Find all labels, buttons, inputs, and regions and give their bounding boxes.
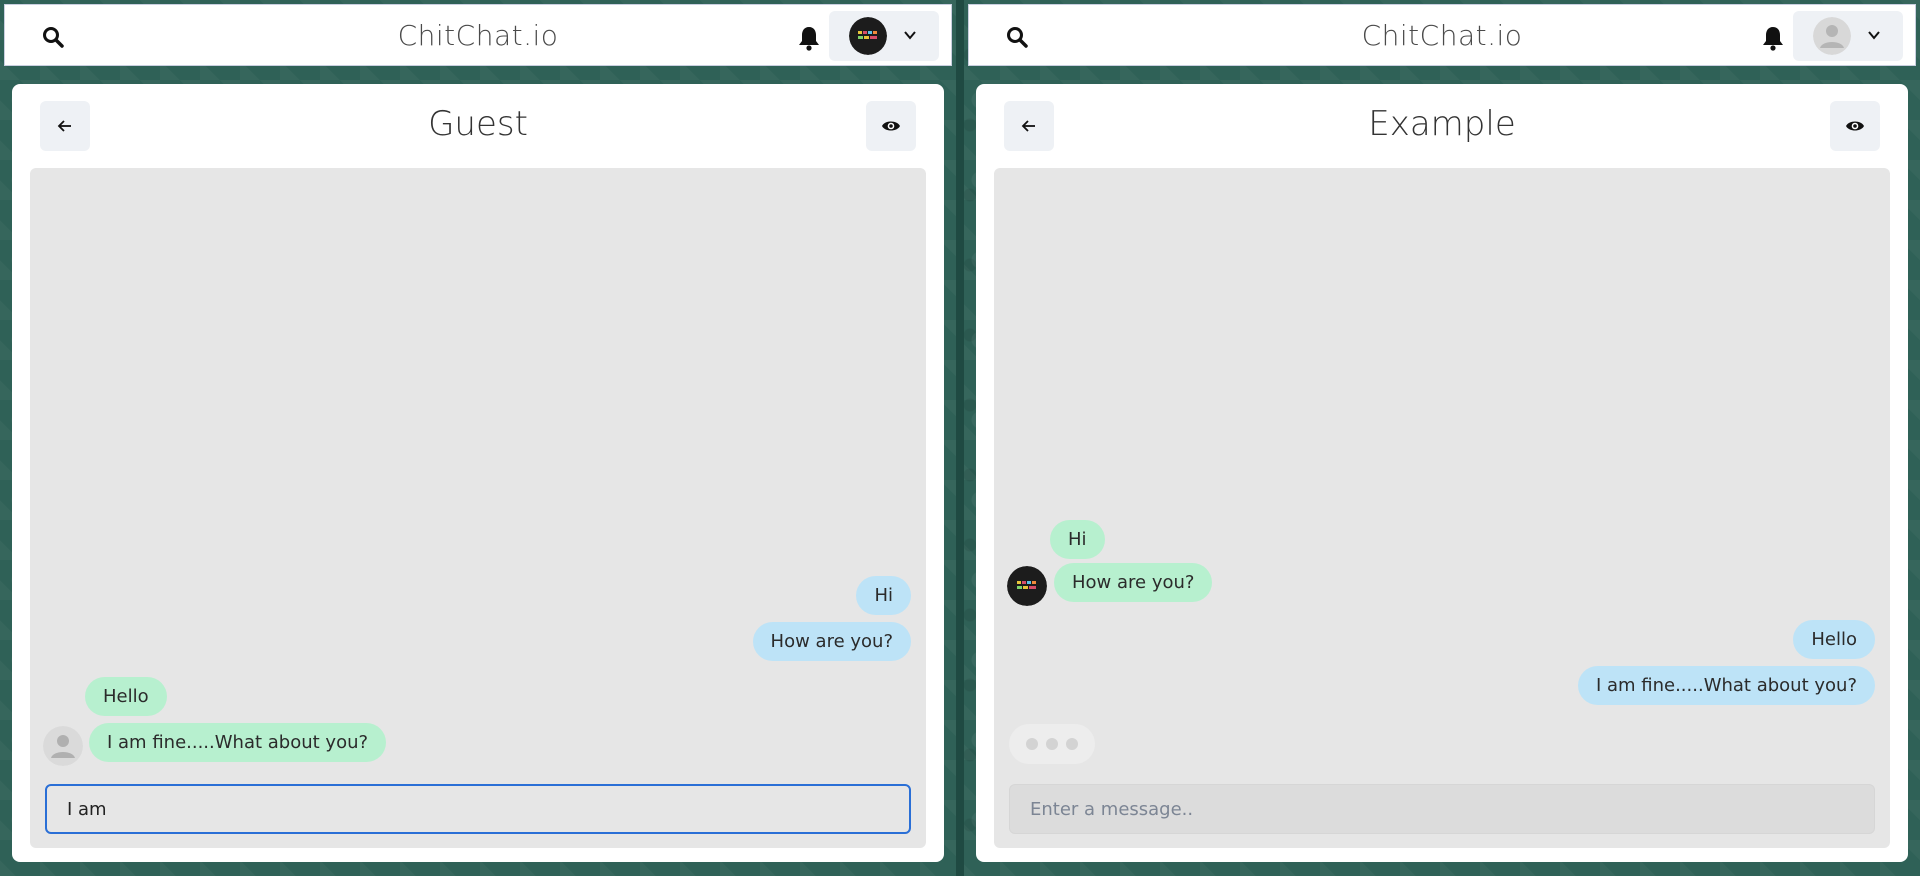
right-chat-window: ChitChat.io Example Hi How are you? Hell… <box>964 0 1920 876</box>
chevron-down-icon <box>904 31 916 40</box>
eye-icon <box>882 121 900 131</box>
message-list: Hi How are you? Hello I am fine.....What… <box>30 168 926 848</box>
chat-title: Guest <box>428 104 528 144</box>
chevron-down-icon <box>1868 31 1880 40</box>
navbar: ChitChat.io <box>4 4 952 66</box>
user-menu-button[interactable] <box>829 11 939 61</box>
chat-title: Example <box>1368 104 1516 144</box>
typing-dot <box>1046 738 1058 750</box>
search-icon[interactable] <box>41 25 65 49</box>
bell-icon[interactable] <box>1761 25 1785 51</box>
sent-message: How are you? <box>752 622 911 661</box>
back-button[interactable] <box>1004 101 1054 151</box>
default-user-avatar <box>1813 17 1851 55</box>
back-arrow-icon <box>57 120 71 132</box>
received-message: Hi <box>1050 520 1105 559</box>
sent-message: I am fine.....What about you? <box>1577 666 1875 705</box>
back-button[interactable] <box>40 101 90 151</box>
brand-logo-avatar <box>849 17 887 55</box>
chat-panel: Example Hi How are you? Hello I am fine.… <box>976 84 1908 862</box>
back-arrow-icon <box>1021 120 1035 132</box>
eye-icon <box>1846 121 1864 131</box>
bell-icon[interactable] <box>797 25 821 51</box>
message-list: Hi How are you? Hello I am fine.....What… <box>994 168 1890 848</box>
typing-dot <box>1026 738 1038 750</box>
view-profile-button[interactable] <box>1830 101 1880 151</box>
user-avatar-icon <box>43 726 83 766</box>
sent-message: Hello <box>1793 620 1875 659</box>
received-message: Hello <box>85 677 167 716</box>
typing-dot <box>1066 738 1078 750</box>
message-input[interactable] <box>45 784 911 834</box>
typing-indicator <box>1009 724 1095 764</box>
received-message: How are you? <box>1054 563 1213 602</box>
sent-message: Hi <box>856 576 911 615</box>
view-profile-button[interactable] <box>866 101 916 151</box>
navbar: ChitChat.io <box>968 4 1916 66</box>
message-input[interactable] <box>1009 784 1875 834</box>
chat-panel: Guest Hi How are you? Hello I am fine...… <box>12 84 944 862</box>
left-chat-window: ChitChat.io Guest Hi How are you? Hello … <box>0 0 956 876</box>
user-menu-button[interactable] <box>1793 11 1903 61</box>
window-divider <box>956 0 964 876</box>
brand-logo-avatar <box>1007 566 1047 606</box>
received-message: I am fine.....What about you? <box>89 723 387 762</box>
search-icon[interactable] <box>1005 25 1029 49</box>
